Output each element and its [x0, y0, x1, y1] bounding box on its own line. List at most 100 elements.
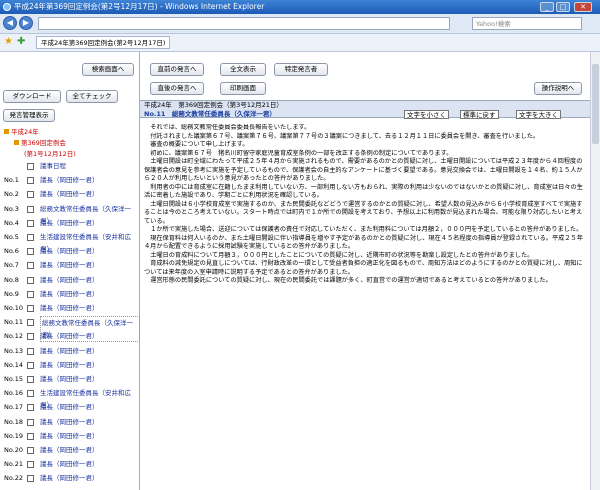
item-checkbox[interactable] [27, 177, 34, 185]
list-item[interactable]: No.22 議長（岡田修一君） [0, 472, 140, 484]
back-button[interactable]: ◀ [3, 16, 17, 30]
list-item[interactable]: No.18 議長（岡田修一君） [0, 416, 140, 428]
item-checkbox[interactable] [27, 404, 34, 412]
list-item[interactable]: No.9 議長（岡田修一君） [0, 288, 140, 300]
vertical-scrollbar[interactable] [590, 52, 600, 490]
item-speaker-link[interactable]: 議長（岡田修一君） [40, 458, 99, 470]
maximize-button[interactable]: □ [556, 2, 570, 12]
next-speech-button[interactable]: 直後の発言へ [150, 82, 204, 95]
item-checkbox[interactable] [27, 205, 34, 213]
item-checkbox[interactable] [27, 447, 34, 454]
item-speaker-link[interactable]: 議長（岡田修一君） [40, 274, 99, 286]
item-speaker-link[interactable]: 議長（岡田修一君） [40, 430, 99, 442]
item-checkbox[interactable] [27, 361, 34, 369]
item-checkbox[interactable] [27, 376, 34, 383]
list-item[interactable]: No.16 生活建設常任委員長（安井和広君） [0, 387, 140, 409]
check-all-button[interactable]: 全てチェック [66, 90, 118, 103]
speaker-title: No.11 総務文教常任委員長（久保洋一君） [144, 110, 276, 118]
forward-button[interactable]: ▶ [19, 16, 33, 30]
list-item[interactable]: No.6 議長（岡田修一君） [0, 245, 140, 257]
item-checkbox[interactable] [27, 319, 34, 327]
close-button[interactable]: ✕ [574, 2, 592, 12]
tree-date[interactable]: (第1号12月12日) [24, 148, 76, 158]
prev-speech-button[interactable]: 直前の発言へ [150, 63, 204, 76]
item-speaker-link[interactable]: 議長（岡田修一君） [40, 472, 99, 484]
item-speaker-link[interactable]: 議長（岡田修一君） [40, 401, 99, 413]
item-speaker-link[interactable]: 議長（岡田修一君） [40, 373, 99, 385]
item-checkbox[interactable] [27, 290, 34, 298]
font-reset-button[interactable]: 標準に戻す [460, 110, 499, 119]
item-checkbox[interactable] [27, 390, 34, 398]
item-checkbox[interactable] [27, 219, 34, 227]
item-number: No.2 [4, 190, 19, 199]
browser-tab[interactable]: 平成24年第369回定例会(第2号12月17日) [36, 36, 171, 49]
item-checkbox[interactable] [27, 475, 34, 483]
item-checkbox[interactable] [27, 432, 34, 440]
download-button[interactable]: ダウンロード [3, 90, 61, 103]
speech-paragraph: 現在保育料は何人いるのか、また土曜日開設に伴い指導員を増やす予定があるのかとの質… [144, 234, 583, 251]
list-item[interactable]: No.13 議長（岡田修一君） [0, 345, 140, 357]
speech-body: それでは、総務文教常任委員会委員長報告をいたします。 付託されました議案第６７号、… [144, 124, 588, 490]
list-item[interactable]: No.21 議長（岡田修一君） [0, 458, 140, 470]
item-speaker-link[interactable]: 議長（岡田修一君） [40, 416, 99, 428]
speaker-list-button[interactable]: 発言管理表示 [3, 109, 55, 122]
tree-year[interactable]: 平成24年 [4, 126, 39, 136]
item-speaker-link[interactable]: 議長（岡田修一君） [40, 330, 99, 342]
list-item[interactable]: No.7 議長（岡田修一君） [0, 259, 140, 271]
list-item[interactable]: No.3 総務文教常任委員長（久保洋一君） [0, 203, 140, 225]
item-speaker-link[interactable]: 議長（岡田修一君） [40, 188, 99, 200]
item-checkbox[interactable] [27, 262, 34, 270]
item-speaker-link[interactable]: 議長（岡田修一君） [40, 302, 99, 314]
list-item[interactable]: No.4 議長（岡田修一君） [0, 217, 140, 229]
item-speaker-link[interactable]: 議長（岡田修一君） [40, 245, 99, 257]
item-speaker-link[interactable]: 議長（岡田修一君） [40, 359, 99, 371]
help-button[interactable]: 操作説明へ [534, 82, 582, 95]
item-speaker-link[interactable]: 議長（岡田修一君） [40, 444, 99, 456]
item-speaker-link[interactable]: 議長（岡田修一君） [40, 217, 99, 229]
list-item[interactable]: No.8 議長（岡田修一君） [0, 274, 140, 286]
add-favorite-icon[interactable]: ✚ [17, 36, 25, 47]
list-item[interactable]: No.5 生活建設常任委員長（安井和広君） [0, 231, 140, 253]
search-screen-button[interactable]: 検索画面へ [82, 63, 134, 76]
item-checkbox[interactable] [27, 418, 34, 426]
full-text-button[interactable]: 全文表示 [220, 63, 266, 76]
list-item[interactable]: No.10 議長（岡田修一君） [0, 302, 140, 314]
minimize-button[interactable]: _ [540, 2, 554, 12]
list-item[interactable]: No.1 議長（岡田修一君） [0, 174, 140, 186]
item-speaker-link[interactable]: 議長（岡田修一君） [40, 345, 99, 357]
item-number: No.17 [4, 403, 24, 412]
list-item[interactable]: 議事日程 [0, 160, 140, 172]
item-checkbox[interactable] [27, 191, 34, 199]
print-screen-button[interactable]: 印刷画面 [220, 82, 266, 95]
search-input[interactable]: Yahoo!検索 [472, 17, 582, 30]
item-checkbox[interactable] [27, 305, 34, 312]
list-item[interactable]: No.14 議長（岡田修一君） [0, 359, 140, 371]
list-item[interactable]: No.11 総務文教常任委員長（久保洋一君） [0, 316, 140, 343]
list-item[interactable]: No.15 議長（岡田修一君） [0, 373, 140, 385]
font-smaller-button[interactable]: 文字を小さく [404, 110, 449, 119]
session-title: 平成24年 第369回定例会（第3号12月21日） [144, 101, 283, 109]
item-checkbox[interactable] [27, 163, 34, 170]
specific-speaker-button[interactable]: 特定発言者 [274, 63, 328, 76]
item-checkbox[interactable] [27, 234, 34, 241]
list-item[interactable]: No.2 議長（岡田修一君） [0, 188, 140, 200]
item-speaker-link[interactable]: 議長（岡田修一君） [40, 174, 99, 186]
item-speaker-link[interactable]: 議長（岡田修一君） [40, 259, 99, 271]
list-item[interactable]: No.12 議長（岡田修一君） [0, 330, 140, 342]
list-item[interactable]: No.20 議長（岡田修一君） [0, 444, 140, 456]
scrollbar-thumb[interactable] [592, 64, 599, 144]
item-number: No.5 [4, 233, 19, 241]
item-checkbox[interactable] [27, 276, 34, 284]
font-larger-button[interactable]: 文字を大きく [516, 110, 561, 119]
item-checkbox[interactable] [27, 248, 34, 256]
item-checkbox[interactable] [27, 461, 34, 469]
url-field[interactable] [38, 17, 450, 30]
tree-session[interactable]: 第369回定例会 [14, 137, 66, 147]
item-checkbox[interactable] [27, 347, 34, 355]
favorites-star-icon[interactable]: ★ [4, 36, 13, 47]
item-speaker-link[interactable]: 議長（岡田修一君） [40, 288, 99, 300]
item-checkbox[interactable] [27, 333, 34, 341]
item-speaker-link[interactable]: 議事日程 [40, 160, 66, 172]
list-item[interactable]: No.19 議長（岡田修一君） [0, 430, 140, 442]
list-item[interactable]: No.17 議長（岡田修一君） [0, 401, 140, 413]
